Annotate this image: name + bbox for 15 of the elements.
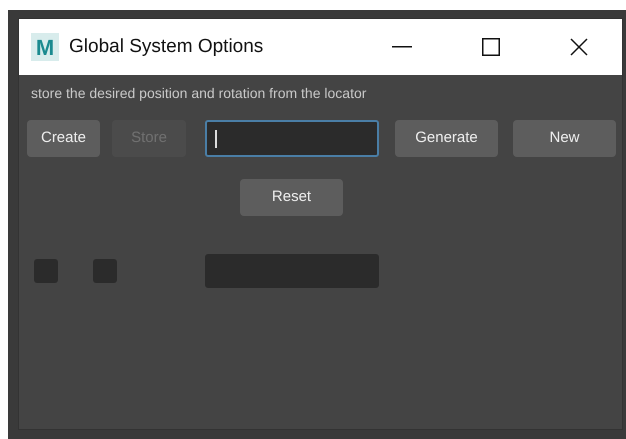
maximize-icon[interactable]: [482, 38, 500, 56]
minimize-icon[interactable]: [392, 46, 412, 48]
app-logo: M: [31, 33, 59, 61]
action-button[interactable]: Create: [27, 120, 100, 157]
action-button[interactable]: New: [513, 120, 616, 157]
window-title: Global System Options: [69, 34, 264, 59]
action-button[interactable]: Generate: [395, 120, 498, 157]
description-text: store the desired position and rotation from the locator: [31, 85, 368, 101]
text-field[interactable]: [205, 120, 379, 157]
close-icon[interactable]: [570, 38, 588, 56]
checkbox[interactable]: [34, 259, 58, 283]
checkbox[interactable]: [93, 259, 117, 283]
text-cursor-icon: [215, 130, 217, 148]
action-button[interactable]: Reset: [240, 179, 343, 216]
text-field[interactable]: [205, 254, 379, 288]
